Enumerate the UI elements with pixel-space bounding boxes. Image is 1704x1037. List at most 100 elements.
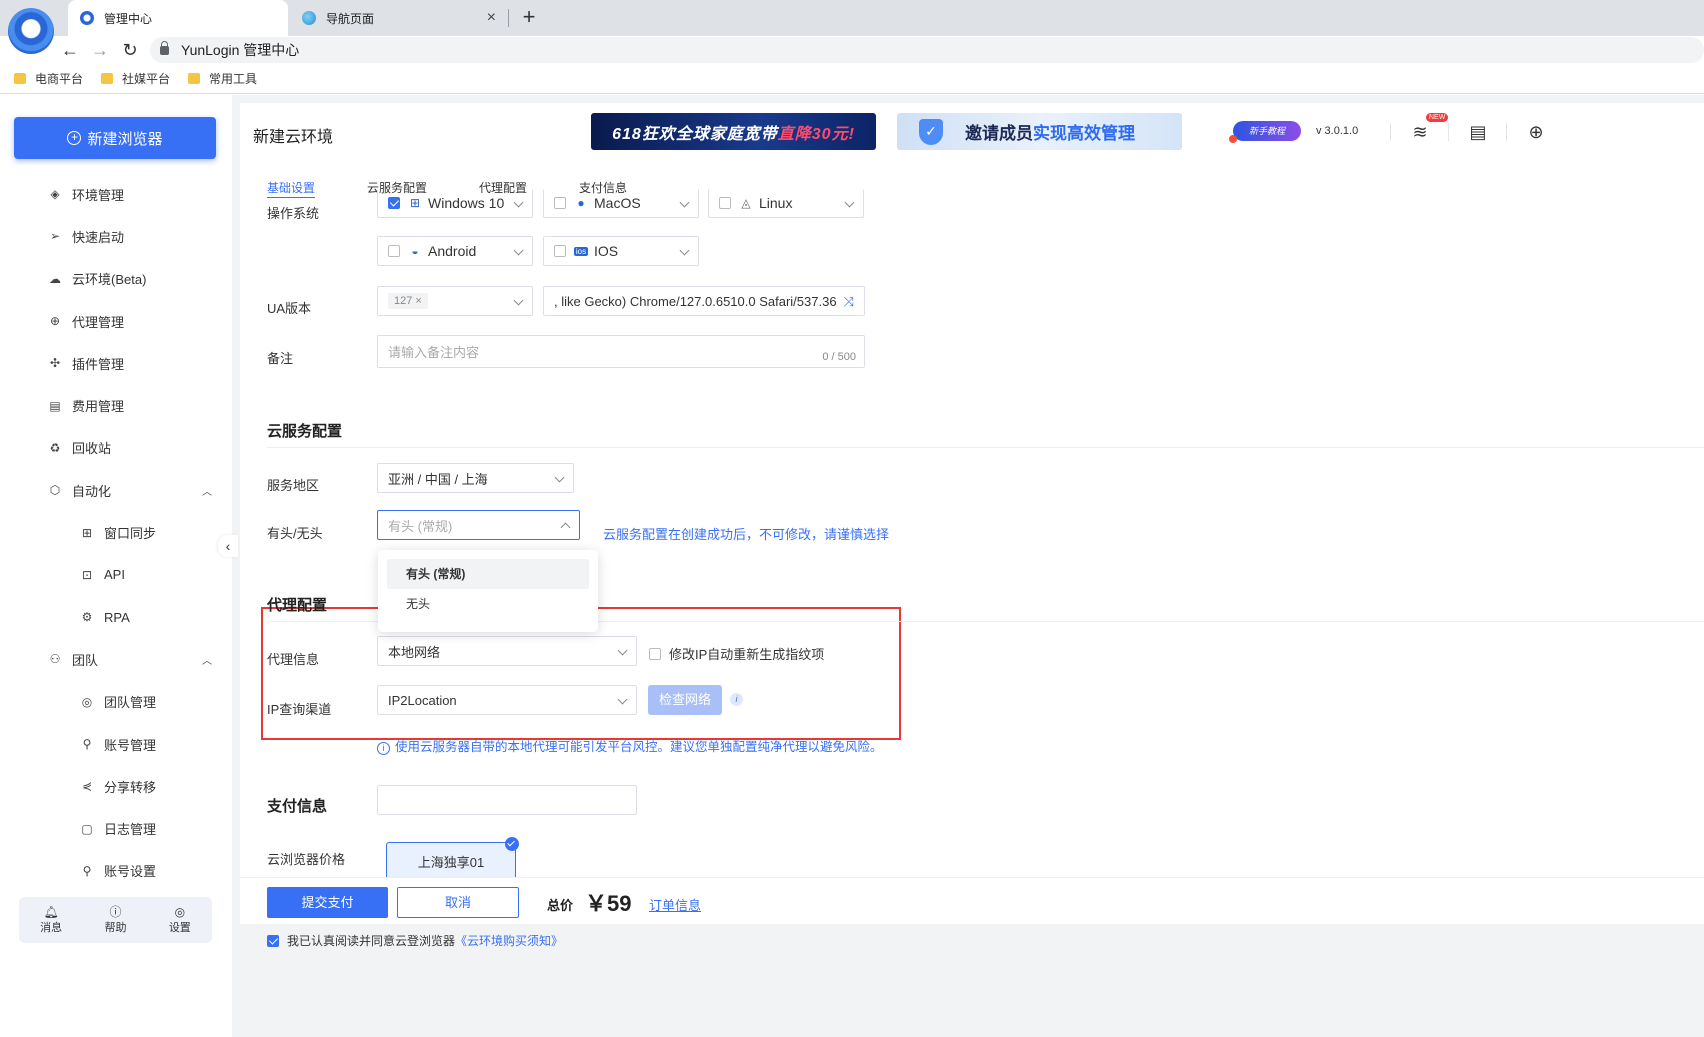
sidebar-collapse-button[interactable]: ‹ bbox=[218, 535, 238, 557]
env-icon: ◈ bbox=[50, 187, 60, 202]
tab-basic-settings[interactable]: 基础设置 bbox=[267, 179, 316, 198]
document-icon[interactable]: ▤ bbox=[1466, 120, 1490, 144]
browser-toolbar: ← → ↻ YunLogin 管理中心 bbox=[0, 36, 1704, 64]
ua-version-select[interactable]: 127 × bbox=[377, 286, 533, 316]
tag-close-icon[interactable]: × bbox=[415, 295, 421, 307]
sidebar-item-window-sync[interactable]: ⊞ 窗口同步 bbox=[0, 511, 232, 553]
region-select[interactable]: 亚洲 / 中国 / 上海 bbox=[377, 463, 574, 493]
messages-button[interactable]: 🔔︎ 消息 bbox=[40, 905, 62, 935]
sidebar-item-team[interactable]: ⚇ 团队 ︿ bbox=[0, 638, 232, 680]
form-content: 基础设置 云服务配置 代理配置 支付信息 操作系统 ⊞ Windows 10 ●… bbox=[240, 161, 1704, 877]
bookmark-label: 常用工具 bbox=[209, 72, 258, 86]
dropdown-option-headless[interactable]: 无头 bbox=[387, 589, 589, 619]
regen-fingerprint-option[interactable]: 修改IP自动重新生成指纹项 bbox=[649, 644, 824, 663]
os-option-windows[interactable]: ⊞ Windows 10 bbox=[377, 189, 533, 218]
shuffle-icon[interactable]: ⤨ bbox=[844, 294, 854, 310]
sidebar-item-label: 团队管理 bbox=[104, 695, 157, 711]
dropdown-option-headed[interactable]: 有头 (常规) bbox=[387, 559, 589, 589]
sidebar-item-logs[interactable]: ▢ 日志管理 bbox=[0, 807, 232, 849]
team-manage-icon: ◎ bbox=[81, 694, 93, 709]
order-info-link[interactable]: 订单信息 bbox=[649, 895, 701, 914]
profile-avatar[interactable] bbox=[8, 8, 54, 54]
sidebar-item-team-manage[interactable]: ◎ 团队管理 bbox=[0, 681, 232, 723]
android-checkbox[interactable] bbox=[388, 245, 400, 257]
tab-manage-center[interactable]: 管理中心 bbox=[68, 0, 288, 36]
submit-payment-button[interactable]: 提交支付 bbox=[267, 887, 388, 918]
address-bar[interactable]: YunLogin 管理中心 bbox=[150, 37, 1704, 63]
os-option-ios[interactable]: ios IOS bbox=[543, 236, 699, 266]
os-name: IOS bbox=[594, 243, 619, 259]
help-label: 帮助 bbox=[104, 922, 127, 934]
sidebar-item-label: RPA bbox=[104, 609, 130, 625]
agreement-checkbox[interactable] bbox=[267, 934, 279, 947]
os-option-macos[interactable]: ● MacOS bbox=[543, 189, 699, 218]
new-tab-button[interactable]: + bbox=[516, 4, 542, 30]
os-option-android[interactable]: ◒ Android bbox=[377, 236, 533, 266]
billing-icon: ▤ bbox=[49, 398, 61, 413]
windows-checkbox[interactable] bbox=[388, 197, 400, 209]
info-icon[interactable]: i bbox=[730, 693, 743, 706]
ios-icon: ios bbox=[574, 246, 588, 256]
tab-navigation[interactable]: 导航页面 × bbox=[290, 0, 508, 36]
sidebar-item-share[interactable]: ⋞ 分享转移 bbox=[0, 765, 232, 807]
sidebar-item-billing[interactable]: ▤ 费用管理 bbox=[0, 384, 232, 426]
tutorial-button[interactable]: 新手教程 bbox=[1229, 121, 1301, 143]
help-icon: ⓘ bbox=[109, 905, 122, 919]
help-button[interactable]: ⓘ 帮助 bbox=[104, 905, 126, 935]
language-globe-icon[interactable]: ⊕ bbox=[1524, 120, 1548, 144]
sidebar-item-label: API bbox=[104, 567, 125, 583]
promo-banner-invite[interactable]: ✓ 邀请成员 实现高效管理 bbox=[897, 113, 1182, 150]
price-option-card[interactable]: 上海独享01 bbox=[386, 842, 516, 877]
reload-icon[interactable]: ↻ bbox=[119, 39, 141, 61]
headless-select[interactable]: 有头 (常规) bbox=[377, 510, 580, 540]
price-label: 云浏览器价格 bbox=[267, 852, 346, 867]
bookmark-tools[interactable]: 常用工具 bbox=[188, 70, 257, 87]
selected-check-icon bbox=[505, 837, 519, 851]
purchase-terms-link[interactable]: 《云环境购买须知》 bbox=[455, 932, 563, 949]
sidebar-item-plugins[interactable]: ✣ 插件管理 bbox=[0, 342, 232, 384]
share-icon: ⋞ bbox=[81, 779, 93, 794]
ua-string-field[interactable]: , like Gecko) Chrome/127.0.6510.0 Safari… bbox=[543, 286, 865, 316]
cancel-button[interactable]: 取消 bbox=[397, 887, 519, 918]
settings-button[interactable]: ◎ 设置 bbox=[169, 905, 191, 935]
linux-checkbox[interactable] bbox=[719, 197, 731, 209]
sidebar-item-accounts[interactable]: ⚲ 账号管理 bbox=[0, 723, 232, 765]
sidebar-item-cloud[interactable]: ☁ 云环境(Beta) bbox=[0, 258, 232, 300]
sidebar-item-rpa[interactable]: ⚙ RPA bbox=[0, 596, 232, 638]
sidebar-bottom-bar: 🔔︎ 消息 ⓘ 帮助 ◎ 设置 bbox=[19, 897, 212, 943]
sidebar-item-account-settings[interactable]: ⚲ 账号设置 bbox=[0, 850, 232, 892]
sidebar-item-quick-launch[interactable]: ➢ 快速启动 bbox=[0, 215, 232, 257]
close-icon[interactable]: × bbox=[487, 9, 496, 27]
regen-checkbox[interactable] bbox=[649, 647, 661, 660]
bookmark-ecommerce[interactable]: 电商平台 bbox=[14, 70, 83, 87]
sidebar-item-api[interactable]: ⊡ API bbox=[0, 554, 232, 596]
chevron-down-icon bbox=[844, 197, 855, 208]
send-icon: ➢ bbox=[49, 229, 61, 244]
promo-banner-broadband[interactable]: 618狂欢全球家庭宽带 直降30元! bbox=[591, 113, 876, 150]
banner-highlight: 实现高效管理 bbox=[1033, 124, 1135, 143]
bookmark-label: 社媒平台 bbox=[122, 72, 171, 86]
layers-icon[interactable]: ≋ bbox=[1408, 120, 1432, 144]
new-browser-button[interactable]: + 新建浏览器 bbox=[14, 117, 216, 159]
ip-channel-select[interactable]: IP2Location bbox=[377, 685, 637, 715]
new-badge: NEW bbox=[1426, 113, 1449, 122]
back-arrow-icon[interactable]: ← bbox=[59, 39, 81, 61]
bookmark-social[interactable]: 社媒平台 bbox=[101, 70, 170, 87]
proxy-value: 本地网络 bbox=[388, 644, 441, 660]
remark-counter: 0 / 500 bbox=[822, 351, 856, 363]
chevron-down-icon bbox=[679, 245, 690, 256]
macos-checkbox[interactable] bbox=[554, 197, 566, 209]
sidebar-item-automation[interactable]: ⬡ 自动化 ︿ bbox=[0, 469, 232, 511]
os-option-linux[interactable]: ◬ Linux bbox=[708, 189, 864, 218]
headless-dropdown-menu: 有头 (常规) 无头 bbox=[378, 550, 598, 632]
sidebar-item-recycle[interactable]: ♻ 回收站 bbox=[0, 427, 232, 469]
proxy-select[interactable]: 本地网络 bbox=[377, 636, 637, 666]
forward-arrow-icon[interactable]: → bbox=[89, 39, 111, 61]
sidebar-item-proxy[interactable]: ⊕ 代理管理 bbox=[0, 300, 232, 342]
check-network-button[interactable]: 检查网络 bbox=[648, 685, 722, 715]
remark-input[interactable]: 请输入备注内容 0 / 500 bbox=[377, 335, 865, 368]
sidebar-item-env[interactable]: ◈ 环境管理 bbox=[0, 173, 232, 215]
lock-icon bbox=[160, 40, 169, 55]
ios-checkbox[interactable] bbox=[554, 245, 566, 257]
total-price: ￥59 bbox=[585, 891, 632, 916]
